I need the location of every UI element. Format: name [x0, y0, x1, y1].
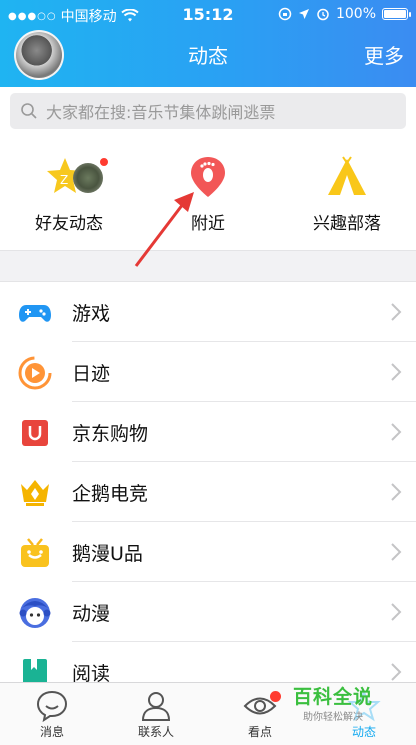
list-item-label: 阅读	[72, 663, 111, 682]
watermark-subtitle: 助你轻松解决	[303, 712, 363, 723]
tent-icon	[328, 156, 366, 195]
shopping-bag-icon	[22, 420, 48, 446]
tab-label: 动态	[351, 725, 376, 739]
chevron-right-icon	[391, 423, 402, 441]
tab-contacts[interactable]: 联系人	[104, 683, 208, 745]
chevron-right-icon	[391, 483, 402, 501]
list-item-reading[interactable]: 阅读	[0, 642, 416, 682]
list-item-u-products[interactable]: 鹅漫U品	[0, 522, 416, 582]
tab-label: 消息	[39, 725, 64, 739]
list-item-label: 京东购物	[72, 423, 149, 445]
quick-label: 附近	[191, 214, 225, 234]
chevron-right-icon	[391, 663, 402, 681]
top-header: ●●●○○ 中国移动 15:12 100% 动态 更多	[0, 0, 416, 87]
quick-friends-feed[interactable]: Z 好友动态	[0, 143, 138, 250]
chat-bubble-icon	[36, 690, 68, 723]
quick-interest-tribe[interactable]: 兴趣部落	[278, 143, 416, 250]
list-item-anime[interactable]: 动漫	[0, 582, 416, 642]
chevron-right-icon	[391, 363, 402, 381]
chevron-right-icon	[391, 603, 402, 621]
tab-label: 联系人	[137, 725, 174, 739]
alarm-icon	[317, 8, 329, 21]
feature-list: 游戏 日迹 京东购物 企鹅电竞 鹅漫U品 动漫 阅读	[0, 282, 416, 682]
list-item-label: 企鹅电竞	[72, 483, 149, 505]
search-input[interactable]: 大家都在搜:音乐节集体跳闸逃票	[10, 93, 406, 129]
anime-face-icon	[19, 598, 51, 628]
play-circle-icon	[18, 356, 52, 390]
search-section: 大家都在搜:音乐节集体跳闸逃票	[0, 87, 416, 143]
friend-avatar	[73, 163, 103, 193]
quick-label: 兴趣部落	[313, 214, 381, 234]
page-title: 动态	[188, 44, 228, 68]
esports-crown-icon	[21, 480, 49, 506]
watermark-title: 百科全说	[292, 686, 373, 708]
notification-dot	[270, 691, 281, 702]
battery-percent: 100%	[335, 6, 376, 22]
gift-tv-icon	[21, 538, 49, 567]
list-item-games[interactable]: 游戏	[0, 282, 416, 342]
gamepad-icon	[19, 305, 51, 322]
book-icon	[23, 659, 47, 682]
list-item-esports[interactable]: 企鹅电竞	[0, 462, 416, 522]
contacts-icon	[141, 692, 171, 721]
location-pin-icon	[191, 157, 225, 197]
list-item-label: 动漫	[72, 603, 111, 625]
location-arrow-icon	[298, 9, 309, 19]
svg-text:Z: Z	[60, 173, 68, 187]
tab-messages[interactable]: 消息	[0, 683, 104, 745]
notification-dot	[99, 157, 109, 167]
quick-entries: Z 好友动态 附近 兴趣部落	[0, 143, 416, 250]
status-bar: ●●●○○ 中国移动 15:12 100%	[0, 0, 416, 28]
section-divider	[0, 250, 416, 282]
search-icon	[21, 103, 37, 119]
watermark: 百科全说 助你轻松解决	[288, 682, 378, 723]
quick-label: 好友动态	[35, 214, 103, 234]
more-button[interactable]: 更多	[364, 40, 404, 69]
list-item-label: 日迹	[72, 363, 111, 385]
list-item-label: 游戏	[72, 303, 111, 325]
list-item-label: 鹅漫U品	[72, 543, 143, 565]
chevron-right-icon	[391, 543, 402, 561]
list-item-jd-shopping[interactable]: 京东购物	[0, 402, 416, 462]
chevron-right-icon	[391, 303, 402, 321]
quick-nearby[interactable]: 附近	[139, 143, 277, 250]
battery-icon	[382, 8, 411, 20]
search-placeholder: 大家都在搜:音乐节集体跳闸逃票	[46, 103, 276, 122]
tab-label: 看点	[247, 725, 272, 739]
list-item-diary[interactable]: 日迹	[0, 342, 416, 402]
rotation-lock-icon	[278, 7, 292, 21]
